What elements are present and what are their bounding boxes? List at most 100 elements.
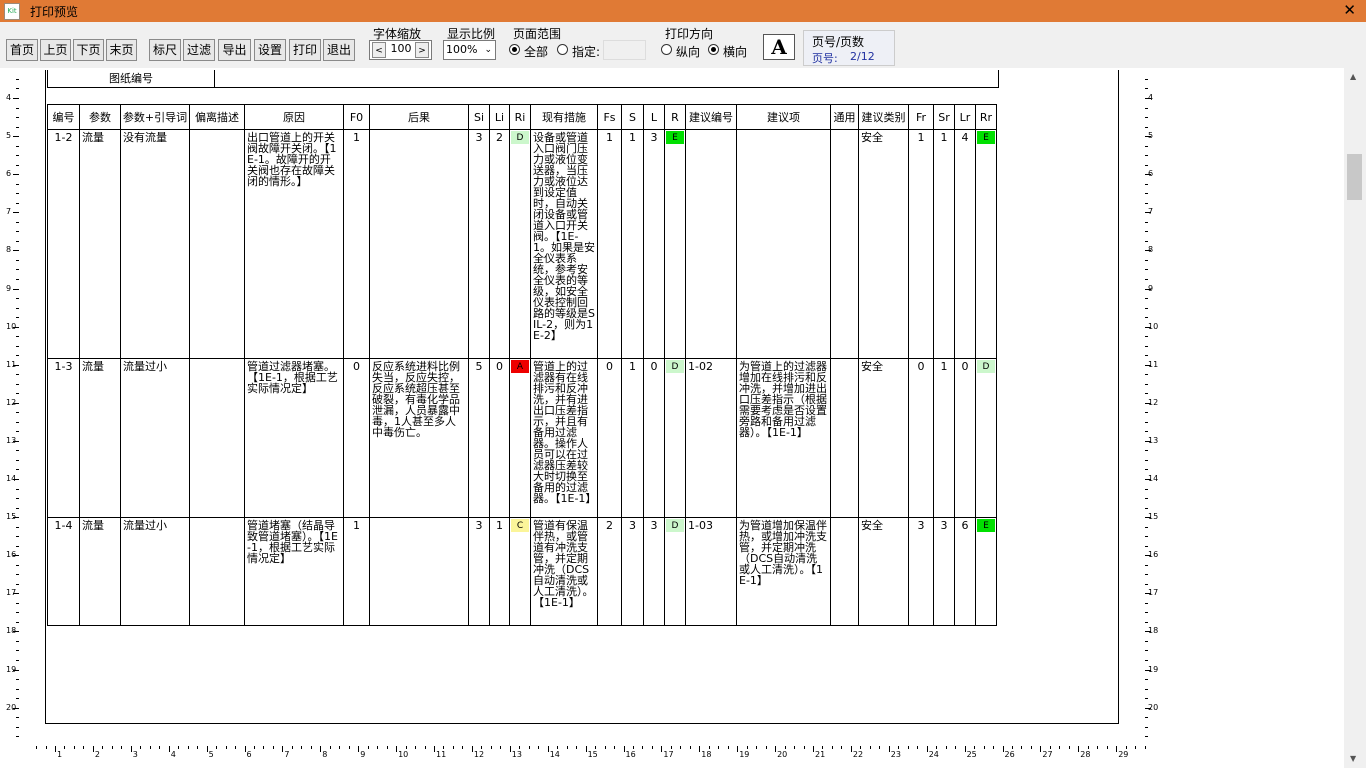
ruler-tick: [178, 746, 180, 749]
ruler-tick: [16, 536, 19, 538]
risk-badge-rr: E: [977, 131, 995, 144]
ruler-tick: [16, 164, 19, 166]
table-header-cell: 参数+引导词: [120, 104, 190, 130]
ruler-tick: [642, 746, 644, 749]
ruler-tick: [16, 726, 19, 728]
ruler-tick: [1049, 746, 1051, 749]
table-header-cell: Si: [468, 104, 490, 130]
row-rr: E: [975, 517, 997, 626]
ruler-tick: [1087, 746, 1089, 749]
ruler-tick: [140, 746, 142, 749]
ruler-tick: [16, 78, 19, 80]
preview-area[interactable]: 4 5 6 7 8 9 10 11 12 13 14 15 16 17 18 19 20 4 5 6 7 8 9 10 11 1…: [0, 68, 1366, 768]
ruler-tick: [1145, 688, 1148, 690]
ruler-tick: [1145, 336, 1148, 338]
exit-button[interactable]: 退出: [323, 39, 355, 61]
range-all-label: 全部: [524, 45, 549, 59]
ruler-tick: [358, 746, 360, 752]
ruler-tick: [45, 746, 47, 749]
ruler-tick: [16, 659, 19, 661]
close-icon[interactable]: ✕: [1343, 1, 1356, 19]
ruler-tick: [13, 98, 19, 99]
font-button[interactable]: A: [763, 34, 795, 60]
vertical-scrollbar[interactable]: ▲ ▼: [1344, 68, 1366, 768]
ruler-tick: [291, 746, 293, 749]
row-suggestion: 为管道上的过滤器增加在线排污和反冲洗，并增加进出口压差指示（根据需要考虑是否设置…: [736, 358, 831, 518]
table-header-cell: 通用: [830, 104, 859, 130]
display-ratio-select[interactable]: 100% ⌄: [443, 40, 496, 60]
ruler-tick: [16, 126, 19, 128]
scroll-up-icon[interactable]: ▲: [1350, 72, 1356, 81]
ruler-label: 8: [322, 750, 328, 759]
last-page-button[interactable]: 末页: [106, 39, 137, 61]
export-button[interactable]: 导出: [218, 39, 251, 61]
ruler-tick: [1145, 650, 1148, 652]
row-ri: C: [509, 517, 531, 626]
next-page-button[interactable]: 下页: [73, 39, 104, 61]
ruler-tick: [528, 746, 530, 749]
ruler-tick: [415, 746, 417, 749]
ruler-tick: [1145, 155, 1148, 157]
ruler-label: 21: [815, 750, 826, 759]
settings-button[interactable]: 设置: [254, 39, 286, 61]
table-header-cell: Sr: [933, 104, 955, 130]
ruler-label: 16: [1148, 550, 1159, 560]
risk-badge-ri: D: [511, 131, 529, 144]
zoom-increase-button[interactable]: >: [415, 42, 429, 58]
ruler-label: 16: [6, 550, 17, 560]
range-specify-radio[interactable]: [557, 44, 568, 55]
ruler-label: 11: [1148, 359, 1159, 369]
row-s: 3: [621, 517, 644, 626]
font-zoom-value[interactable]: 100: [390, 42, 412, 55]
ruler-tick: [1145, 564, 1148, 566]
row-lr: 6: [954, 517, 976, 626]
ruler-tick: [1145, 469, 1148, 471]
zoom-decrease-button[interactable]: <: [372, 42, 386, 58]
row-measures: 管道有保温伴热，或管道有冲洗支管，并定期冲洗（DCS自动清洗或人工清洗）。【1E…: [530, 517, 598, 626]
table-header-cell: 现有措施: [530, 104, 598, 130]
ruler-tick: [206, 746, 208, 752]
ruler-label: 4: [6, 93, 12, 102]
ruler-label: 4: [170, 750, 176, 759]
ruler-tick: [1106, 746, 1108, 749]
ruler-tick: [16, 498, 19, 500]
ruler-tick: [16, 545, 19, 547]
ruler-tick: [1145, 450, 1148, 452]
ruler-tick: [1144, 746, 1146, 749]
ruler-tick: [13, 212, 19, 214]
ruler-tick: [661, 746, 663, 752]
range-specify-input[interactable]: [603, 40, 646, 60]
scrollbar-thumb[interactable]: [1347, 154, 1362, 200]
ruler-tick: [1059, 746, 1061, 749]
ruler-tick: [585, 746, 587, 752]
ruler-tick: [16, 336, 19, 338]
ruler-tick: [784, 746, 786, 749]
filter-button[interactable]: 过滤: [183, 39, 215, 61]
ruler-label: 7: [6, 207, 12, 217]
ruler-tick: [16, 507, 19, 509]
print-button[interactable]: 打印: [289, 39, 321, 61]
ruler-tick: [64, 746, 66, 749]
ruler-tick: [1145, 164, 1148, 166]
ruler-tick: [83, 746, 85, 749]
scroll-down-icon[interactable]: ▼: [1350, 754, 1356, 763]
ruler-button[interactable]: 标尺: [149, 39, 181, 61]
portrait-radio[interactable]: [661, 44, 672, 55]
row-param: 流量: [79, 358, 121, 518]
ruler-tick: [936, 746, 938, 749]
prev-page-button[interactable]: 上页: [40, 39, 71, 61]
row-common: [830, 129, 859, 359]
row-fr: 3: [908, 517, 934, 626]
ruler-tick: [16, 221, 19, 223]
ruler-tick: [16, 583, 19, 585]
first-page-button[interactable]: 首页: [6, 39, 38, 61]
range-all-radio[interactable]: [509, 44, 520, 55]
ruler-label: 22: [852, 750, 864, 759]
ruler-tick: [926, 746, 928, 752]
ruler-tick: [1078, 746, 1080, 752]
landscape-radio[interactable]: [708, 44, 719, 55]
risk-badge-r: D: [666, 519, 684, 532]
ruler-label: 10: [6, 321, 17, 331]
row-lr: 0: [954, 358, 976, 518]
ruler-label: 20: [777, 750, 788, 759]
